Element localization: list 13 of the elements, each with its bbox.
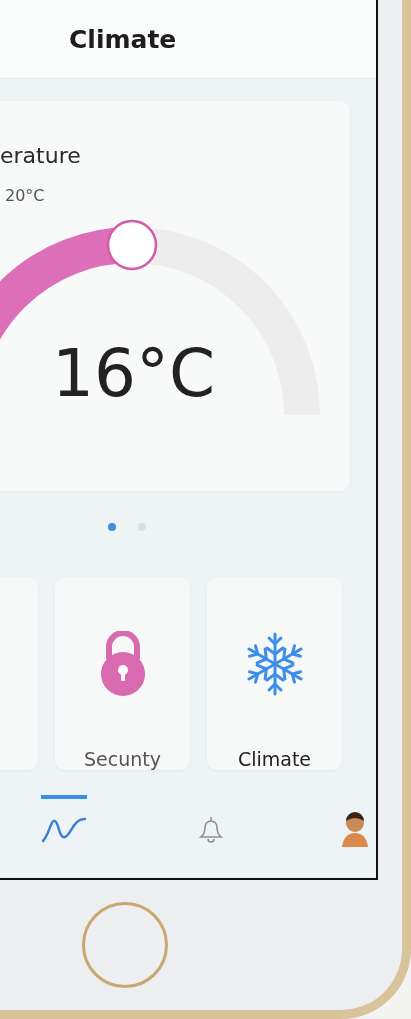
tile-label: Secunty [84, 748, 161, 770]
gauge-knob[interactable] [106, 219, 158, 271]
temperature-reading: 16°C [52, 335, 216, 412]
screen-title: Climate [69, 24, 177, 54]
line-chart-icon[interactable] [41, 815, 87, 843]
room-tile[interactable]: Climate [207, 577, 342, 770]
target-temperature: 20°C [5, 186, 46, 205]
page-dot[interactable] [108, 523, 116, 531]
room-tile[interactable]: Secunty [55, 577, 190, 770]
padlock-icon [99, 630, 146, 697]
card-title: erature [0, 143, 82, 168]
snowflake-icon [246, 631, 303, 696]
tile-label: Climate [237, 748, 312, 770]
